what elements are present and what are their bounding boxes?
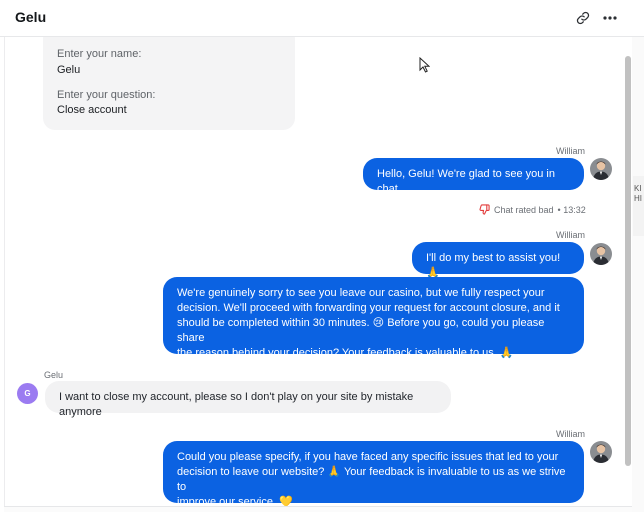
- message-sender: William: [556, 230, 585, 240]
- message-line: decision to leave our website? 🙏 Your fe…: [177, 466, 566, 493]
- agent-avatar: [590, 243, 612, 265]
- message-line: the reason behind your decision? Your fe…: [177, 347, 514, 359]
- message-bubble-outgoing: Hello, Gelu! We're glad to see you in ch…: [363, 158, 584, 195]
- message-line: decision. We'll proceed with forwarding …: [177, 302, 560, 314]
- rating-time: • 13:32: [557, 204, 586, 215]
- chat-header: Gelu: [0, 0, 644, 37]
- mouse-cursor-icon: [419, 56, 431, 78]
- thumbs-down-icon: [479, 204, 490, 215]
- chat-title: Gelu: [15, 9, 47, 25]
- question-label: Enter your question:: [57, 89, 156, 101]
- chat-rating: Chat rated bad • 13:32: [479, 204, 586, 215]
- scrollbar-track[interactable]: [632, 37, 644, 512]
- message-sender: William: [556, 429, 585, 439]
- prechat-form-card: Enter your name: Gelu Enter your questio…: [43, 37, 295, 130]
- message-bubble-outgoing: I'll do my best to assist you! 🙏: [412, 242, 584, 279]
- more-options-button[interactable]: [599, 8, 621, 28]
- message-sender: Gelu: [44, 370, 64, 380]
- message-bubble-incoming: I want to close my account, please so I …: [45, 381, 451, 418]
- message-line: Could you please specify, if you have fa…: [177, 451, 559, 463]
- name-value: Gelu: [57, 64, 81, 76]
- rating-text: Chat rated bad: [494, 204, 554, 215]
- link-icon: [576, 11, 590, 25]
- more-horizontal-icon: [603, 16, 617, 20]
- message-text: I'll do my best to assist you! 🙏: [426, 252, 561, 279]
- message-text: Hello, Gelu! We're glad to see you in ch…: [377, 168, 555, 195]
- message-sender: William: [556, 146, 585, 156]
- agent-avatar: [590, 158, 612, 180]
- question-value: Close account: [57, 104, 127, 116]
- message-bubble-outgoing: Could you please specify, if you have fa…: [163, 441, 584, 508]
- message-line: We're genuinely sorry to see you leave o…: [177, 287, 545, 299]
- message-bubble-outgoing: We're genuinely sorry to see you leave o…: [163, 277, 584, 359]
- strip-text: HI: [634, 194, 642, 203]
- link-button[interactable]: [572, 8, 594, 28]
- background-window-strip: KI HI: [633, 176, 644, 236]
- visitor-avatar: G: [17, 383, 38, 404]
- message-line: should be completed within 30 minutes. 😢…: [177, 317, 545, 344]
- scrollbar-thumb[interactable]: [625, 56, 631, 466]
- message-text: I want to close my account, please so I …: [59, 391, 414, 418]
- agent-avatar: [590, 441, 612, 463]
- strip-text: KI: [634, 184, 642, 193]
- chat-transcript[interactable]: Enter your name: Gelu Enter your questio…: [4, 37, 632, 512]
- composer-edge: [4, 506, 632, 512]
- name-label: Enter your name:: [57, 48, 142, 60]
